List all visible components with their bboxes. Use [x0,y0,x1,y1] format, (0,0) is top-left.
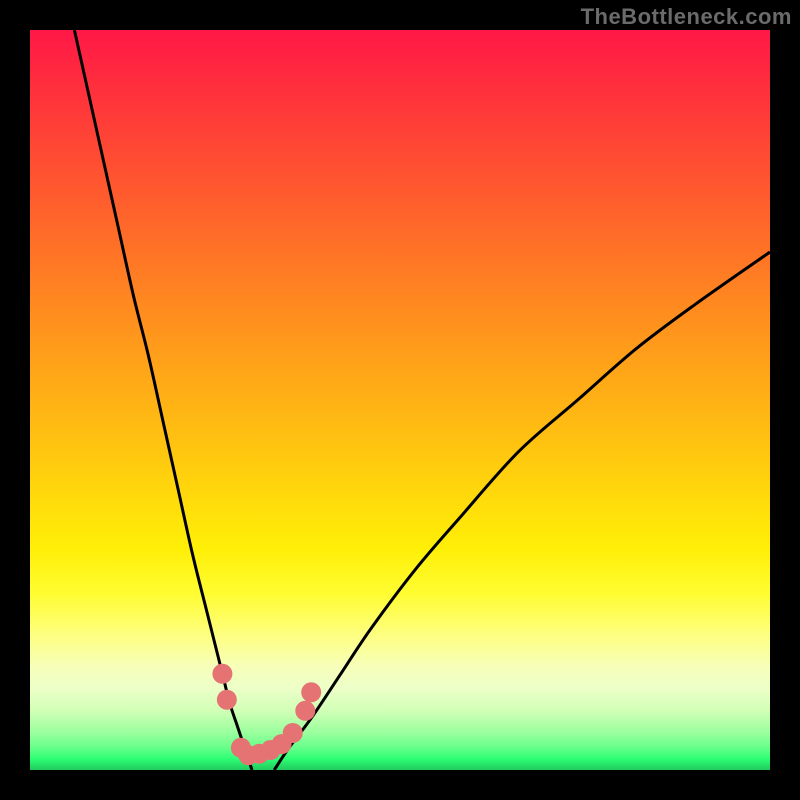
marker-point [301,682,321,702]
marker-point [231,738,251,758]
curve-svg [30,30,770,770]
marker-point [249,744,269,764]
marker-point [295,701,315,721]
watermark-text: TheBottleneck.com [581,4,792,30]
chart-frame: TheBottleneck.com [0,0,800,800]
plot-area [30,30,770,770]
marker-group [212,664,321,765]
marker-point [238,745,258,765]
marker-point [212,664,232,684]
marker-point [283,723,303,743]
left-branch-curve [74,30,252,770]
marker-point [261,740,281,760]
marker-point [272,734,292,754]
marker-point [217,690,237,710]
right-branch-curve [274,252,770,770]
